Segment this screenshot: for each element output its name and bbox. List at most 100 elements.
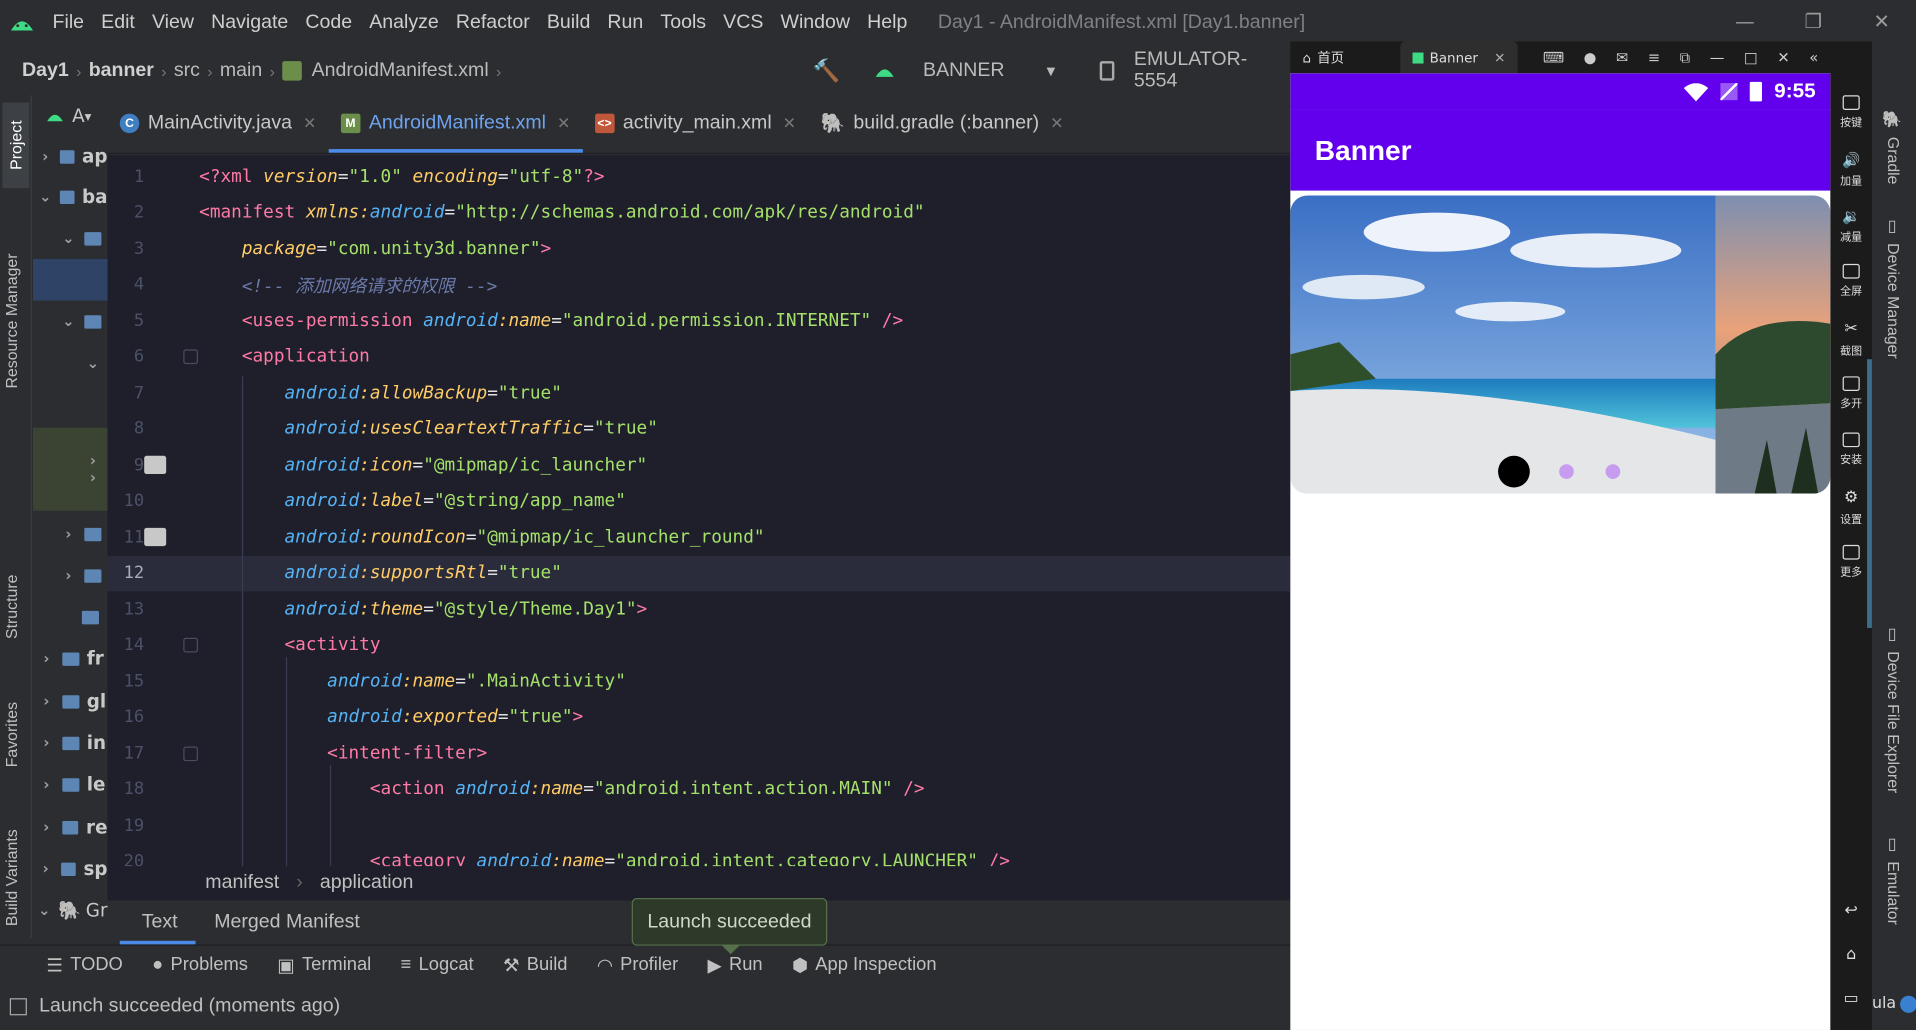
fold-marker-icon[interactable] (183, 638, 198, 653)
breadcrumb-main[interactable]: main (215, 60, 267, 82)
account-icon[interactable]: ● (1584, 48, 1597, 66)
status-message[interactable]: Launch succeeded (moments ago) (39, 996, 340, 1018)
tree-item[interactable]: › gl (33, 681, 108, 723)
menu-code[interactable]: Code (297, 12, 361, 34)
tool-tab-structure[interactable]: Structure (2, 541, 20, 639)
line-number[interactable]: 3 (108, 239, 144, 259)
menu-vcs[interactable]: VCS (715, 12, 772, 34)
tree-item[interactable]: › le (33, 764, 108, 806)
line-number[interactable]: 6 (108, 347, 144, 367)
menu-view[interactable]: View (143, 12, 202, 34)
line-number[interactable]: 10 (108, 491, 145, 511)
tab-build-gradle[interactable]: 🐘 build.gradle (:banner) ✕ (808, 94, 1076, 153)
tab-mainactivity[interactable]: C MainActivity.java ✕ (108, 94, 329, 153)
code-line[interactable]: 6 <application (108, 339, 1291, 375)
volume-down-button[interactable]: 🔉 减量 (1830, 208, 1872, 245)
screenshot-button[interactable]: ✂ 截图 (1830, 320, 1872, 358)
hammer-build-icon[interactable]: 🔨 (813, 58, 840, 84)
status-toggle-icon[interactable] (9, 998, 27, 1016)
menu-help[interactable]: Help (859, 12, 916, 34)
install-apk-button[interactable]: 安装 (1830, 432, 1872, 467)
tool-tab-build-variants[interactable]: Build Variants (2, 792, 20, 926)
breadcrumb-file[interactable]: AndroidManifest.xml (307, 60, 494, 82)
line-number[interactable]: 16 (108, 708, 145, 728)
close-tab-icon[interactable]: ✕ (1050, 114, 1063, 134)
code-line[interactable]: 13 android:theme="@style/Theme.Day1"> (108, 591, 1291, 627)
tab-merged-manifest[interactable]: Merged Manifest (196, 900, 378, 944)
minimize-icon[interactable]: — (1710, 48, 1725, 66)
volume-up-button[interactable]: 🔊 加量 (1830, 152, 1872, 189)
line-number[interactable]: 7 (108, 383, 144, 403)
tree-item[interactable]: › fr (33, 638, 108, 680)
tool-logcat[interactable]: ≡ Logcat (401, 954, 474, 975)
close-tab-icon[interactable]: ✕ (557, 114, 570, 134)
line-number[interactable]: 1 (108, 167, 144, 187)
carousel-indicator[interactable] (1559, 464, 1574, 479)
tool-app-inspection[interactable]: ⬢ App Inspection (792, 954, 937, 975)
tree-item[interactable]: ⌄ (33, 217, 108, 259)
code-line[interactable]: 3 package="com.unity3d.banner"> (108, 231, 1291, 267)
menu-file[interactable]: File (44, 12, 93, 34)
close-button[interactable]: ✕ (1848, 0, 1916, 42)
line-number[interactable]: 19 (108, 816, 145, 836)
code-line[interactable]: 1 <?xml version="1.0" encoding="utf-8"?> (108, 159, 1291, 195)
menu-build[interactable]: Build (538, 12, 599, 34)
fold-marker-icon[interactable] (183, 349, 198, 365)
image-resource-icon[interactable] (144, 528, 167, 547)
tree-item[interactable]: ⌄ ba (33, 176, 108, 218)
image-resource-icon[interactable] (144, 456, 167, 475)
image-banner-carousel[interactable] (1290, 195, 1831, 494)
pin-icon[interactable]: ⧉ (1680, 48, 1690, 66)
tree-item[interactable]: › re (33, 806, 108, 848)
menu-edit[interactable]: Edit (93, 12, 144, 34)
code-line[interactable]: 5 <uses-permission android:name="android… (108, 303, 1291, 339)
minimize-button[interactable]: — (1711, 0, 1779, 42)
menu-run[interactable]: Run (599, 12, 652, 34)
line-number[interactable]: 9 (108, 455, 144, 475)
tool-build[interactable]: ⚒ Build (503, 954, 568, 975)
carousel-indicator[interactable] (1605, 464, 1621, 479)
mail-icon[interactable]: ✉ (1616, 48, 1628, 66)
menu-analyze[interactable]: Analyze (361, 12, 448, 34)
tab-activity-main[interactable]: <> activity_main.xml ✕ (583, 94, 809, 153)
line-number[interactable]: 8 (108, 419, 144, 439)
keys-button[interactable]: 按键 (1830, 95, 1872, 130)
tool-run[interactable]: ▶ Run (708, 954, 763, 975)
menu-window[interactable]: Window (772, 12, 859, 34)
line-number[interactable]: 15 (108, 672, 145, 692)
line-number[interactable]: 13 (108, 600, 145, 620)
line-number[interactable]: 17 (108, 744, 145, 764)
code-line[interactable]: 2 <manifest xmlns:android="http://schemas… (108, 195, 1291, 231)
tool-tab-device-file-explorer[interactable]: ▯ Device File Explorer (1884, 626, 1902, 794)
tree-item[interactable]: ⌄ (33, 342, 108, 384)
menu-icon[interactable]: ≡ (1648, 48, 1660, 66)
tool-terminal[interactable]: ▣ Terminal (277, 954, 371, 975)
code-editor[interactable]: 1 <?xml version="1.0" encoding="utf-8"?> 2… (107, 155, 1291, 867)
more-button[interactable]: 更多 (1830, 544, 1872, 579)
tree-item-highlighted[interactable]: › › (32, 427, 108, 511)
restore-button[interactable]: ❐ (1779, 0, 1847, 42)
tab-androidmanifest[interactable]: M AndroidManifest.xml ✕ (328, 94, 583, 153)
code-line[interactable]: 8 android:usesCleartextTraffic="true" (108, 411, 1291, 447)
emulator-tab-home[interactable]: ⌂ 首页 (1290, 42, 1356, 74)
line-number[interactable]: 20 (108, 852, 145, 866)
device-selector[interactable]: EMULATOR-5554 (1134, 49, 1290, 93)
tool-tab-gradle[interactable]: 🐘 Gradle (1884, 110, 1902, 184)
line-number[interactable]: 4 (108, 275, 144, 295)
tree-item[interactable]: › ap (33, 136, 108, 178)
fullscreen-button[interactable]: 全屏 (1830, 263, 1872, 298)
tree-item[interactable]: › sp (33, 848, 108, 890)
line-number[interactable]: 18 (108, 780, 145, 800)
tab-text[interactable]: Text (108, 900, 197, 945)
menu-refactor[interactable]: Refactor (447, 12, 538, 34)
close-tab-icon[interactable]: ✕ (783, 114, 796, 134)
close-icon[interactable]: ✕ (1777, 48, 1789, 66)
tool-tab-favorites[interactable]: Favorites (2, 663, 20, 767)
tree-item[interactable]: ⌄ 🐘 Gr (33, 889, 108, 931)
tool-todo[interactable]: ☰ TODO (46, 954, 122, 975)
emulator-screen[interactable]: 9:55 Banner (1290, 73, 1831, 1030)
line-number[interactable]: 5 (108, 311, 144, 331)
carousel-indicator-active[interactable] (1498, 455, 1530, 488)
tree-item[interactable]: › in (33, 722, 108, 764)
tree-item[interactable]: ⌄ (33, 301, 108, 343)
